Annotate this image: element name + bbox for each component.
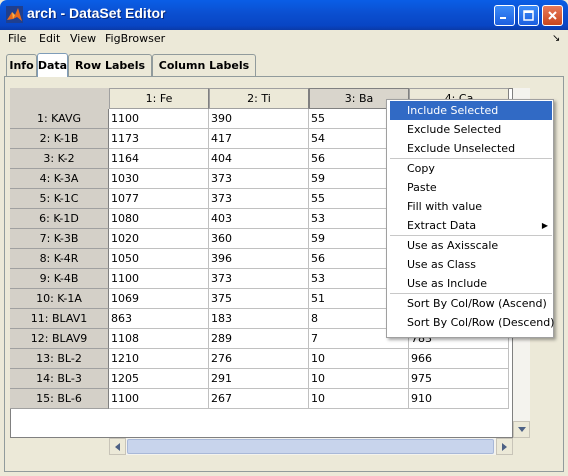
context-menu-item-label: Include Selected xyxy=(407,104,499,117)
context-menu-item[interactable]: Extract Data ▶ xyxy=(390,216,552,235)
context-menu-item-label: Paste xyxy=(407,181,437,194)
context-menu-item-label: Use as Include xyxy=(407,277,488,290)
context-menu-item[interactable]: Paste xyxy=(390,178,552,197)
context-menu-item[interactable]: Exclude Unselected xyxy=(390,139,552,158)
context-menu-item[interactable]: Exclude Selected xyxy=(390,120,552,139)
context-menu-item-label: Copy xyxy=(407,162,435,175)
context-menu-item[interactable]: Fill with value xyxy=(390,197,552,216)
context-menu-items: Include Selected Exclude Selected Exclude … xyxy=(0,0,568,476)
context-menu-item[interactable]: Sort By Col/Row (Descend) xyxy=(390,313,555,332)
context-menu-item-label: Extract Data xyxy=(407,219,477,232)
context-menu-item[interactable]: Include Selected xyxy=(390,101,552,120)
context-menu-item-label: Use as Axisscale xyxy=(407,239,499,252)
submenu-arrow-icon: ▶ xyxy=(541,221,549,230)
context-menu-item-label: Sort By Col/Row (Ascend) xyxy=(407,297,547,310)
context-menu-item-label: Exclude Unselected xyxy=(407,142,516,155)
context-menu-item[interactable]: Copy xyxy=(390,159,552,178)
context-menu-item[interactable]: Use as Class xyxy=(390,255,552,274)
context-menu-item-label: Use as Class xyxy=(407,258,476,271)
context-menu-item[interactable]: Use as Axisscale xyxy=(390,236,552,255)
context-menu-item-label: Sort By Col/Row (Descend) xyxy=(407,316,555,329)
context-menu-item[interactable]: Use as Include xyxy=(390,274,552,293)
context-menu-item-label: Exclude Selected xyxy=(407,123,502,136)
context-menu-item[interactable]: Sort By Col/Row (Ascend) xyxy=(390,294,552,313)
context-menu-item-label: Fill with value xyxy=(407,200,483,213)
